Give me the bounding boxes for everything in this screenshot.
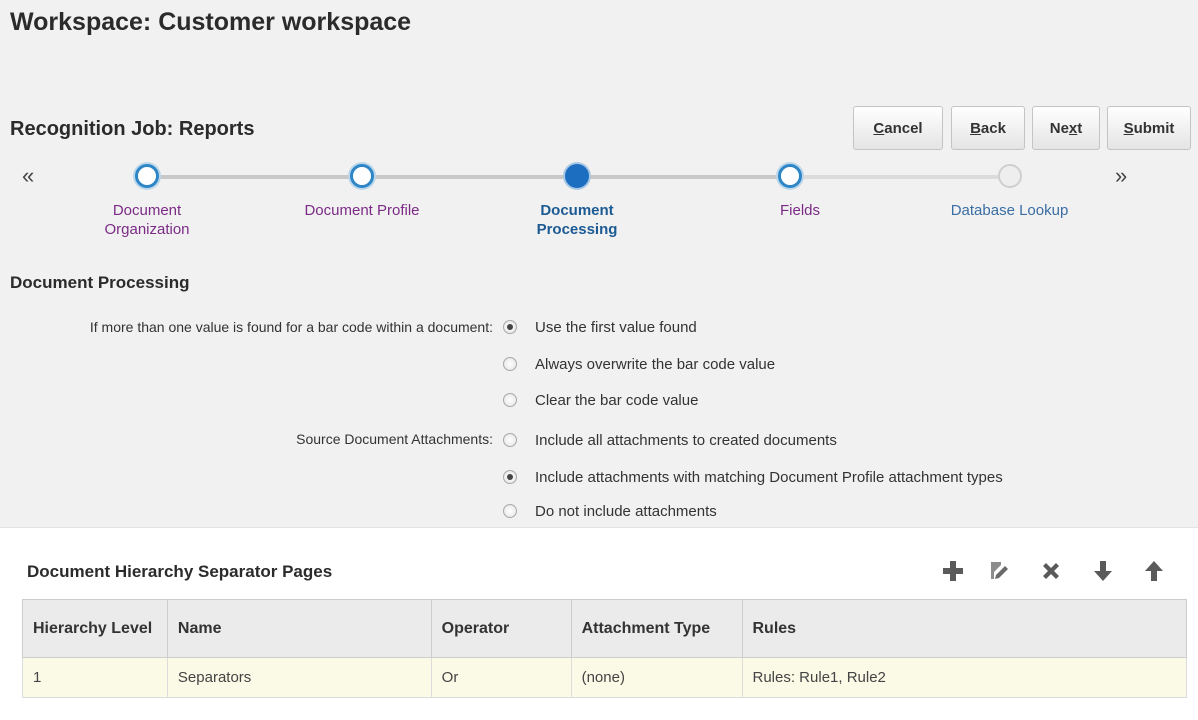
cell-name: Separators: [166, 657, 432, 698]
radio-button[interactable]: [503, 393, 517, 407]
cancel-button[interactable]: Cancel: [853, 106, 943, 150]
cell-attachment-type: (none): [570, 657, 743, 698]
separator-pages-table: Hierarchy Level Name Operator Attachment…: [22, 599, 1187, 698]
train-stop-document-organization[interactable]: [135, 164, 159, 188]
column-header-rules[interactable]: Rules: [741, 599, 1187, 658]
column-header-hierarchy-level[interactable]: Hierarchy Level: [22, 599, 168, 658]
train-line-visited: [147, 175, 790, 179]
barcode-option-label: If more than one value is found for a ba…: [89, 319, 493, 335]
radio-use-first-value[interactable]: Use the first value found: [503, 315, 697, 339]
train-stop-database-lookup: [998, 164, 1022, 188]
column-header-operator[interactable]: Operator: [430, 599, 572, 658]
cell-hierarchy-level: 1: [22, 657, 168, 698]
radio-button[interactable]: [503, 470, 517, 484]
delete-icon[interactable]: [1037, 557, 1065, 585]
radio-button[interactable]: [503, 357, 517, 371]
train-label-database-lookup: Database Lookup: [950, 202, 1069, 219]
cell-rules: Rules: Rule1, Rule2: [741, 657, 1187, 698]
submit-button[interactable]: Submit: [1107, 106, 1191, 150]
column-header-attachment-type[interactable]: Attachment Type: [570, 599, 743, 658]
cell-operator: Or: [430, 657, 572, 698]
table-row[interactable]: 1 Separators Or (none) Rules: Rule1, Rul…: [22, 657, 1187, 698]
section-title-document-processing: Document Processing: [10, 273, 190, 292]
train-next-arrow[interactable]: »: [1115, 163, 1127, 189]
train-label-document-profile[interactable]: Document Profile: [287, 201, 437, 220]
radio-include-matching-attachments[interactable]: Include attachments with matching Docume…: [503, 465, 1003, 489]
workspace-title: Workspace: Customer workspace: [10, 8, 412, 36]
train-stop-fields[interactable]: [778, 164, 802, 188]
radio-no-attachments[interactable]: Do not include attachments: [503, 499, 717, 523]
train-stop-document-processing: [565, 164, 589, 188]
move-up-icon[interactable]: [1140, 557, 1168, 585]
train-previous-arrow[interactable]: «: [22, 163, 34, 189]
radio-button[interactable]: [503, 504, 517, 518]
radio-always-overwrite[interactable]: Always overwrite the bar code value: [503, 352, 775, 376]
edit-icon[interactable]: [985, 557, 1013, 585]
train-label-document-processing: Document Processing: [536, 202, 618, 238]
train-label-fields[interactable]: Fields: [725, 201, 875, 220]
radio-button[interactable]: [503, 320, 517, 334]
train-line-pending: [790, 175, 1010, 179]
train-label-document-organization[interactable]: Document Organization: [72, 201, 222, 239]
job-title: Recognition Job: Reports: [10, 118, 255, 140]
radio-clear-barcode[interactable]: Clear the bar code value: [503, 388, 698, 412]
separator-pages-title: Document Hierarchy Separator Pages: [27, 562, 333, 581]
next-button[interactable]: Ne x t: [1032, 106, 1100, 150]
radio-include-all-attachments[interactable]: Include all attachments to created docum…: [503, 428, 837, 452]
radio-button[interactable]: [503, 433, 517, 447]
back-button[interactable]: Back: [951, 106, 1025, 150]
attachments-option-label: Source Document Attachments:: [296, 431, 493, 447]
add-icon[interactable]: [939, 557, 967, 585]
train-stop-document-profile[interactable]: [350, 164, 374, 188]
column-header-name[interactable]: Name: [166, 599, 432, 658]
move-down-icon[interactable]: [1089, 557, 1117, 585]
